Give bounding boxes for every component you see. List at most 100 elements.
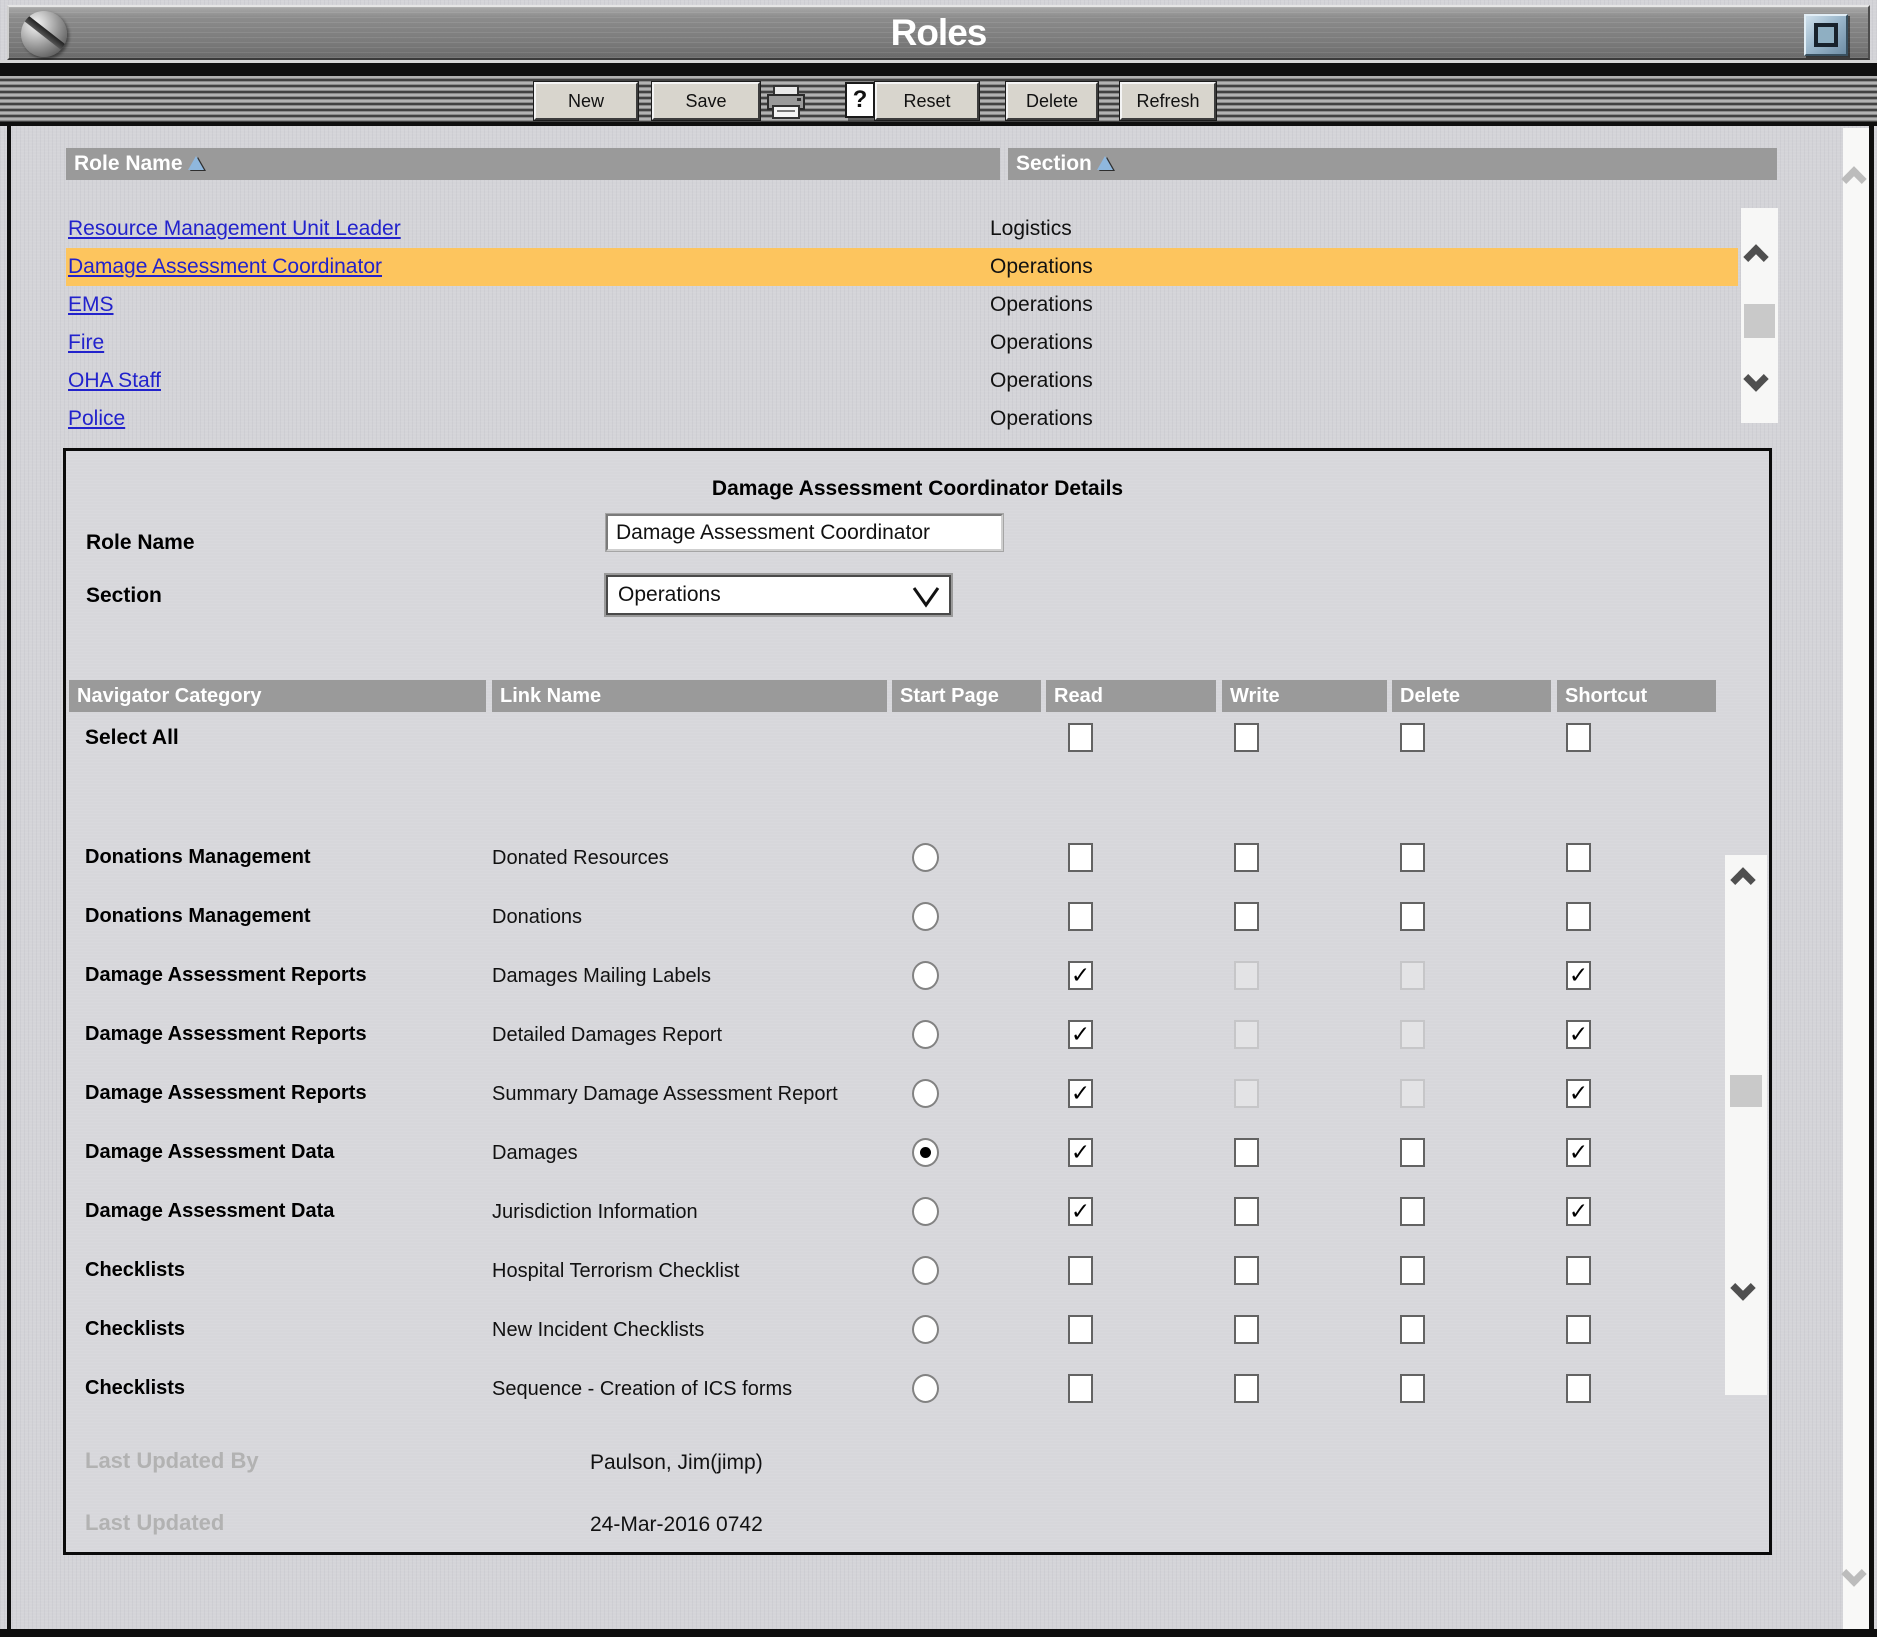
write-checkbox[interactable]	[1234, 902, 1259, 931]
shortcut-checkbox[interactable]	[1566, 843, 1591, 872]
permission-row: Damage Assessment Reports Damages Mailin…	[69, 946, 1719, 1005]
role-link[interactable]: OHA Staff	[68, 369, 161, 392]
permission-row: Donations Management Donations	[69, 887, 1719, 946]
link-name-column-header[interactable]: Link Name	[492, 680, 887, 712]
section-cell: Operations	[990, 407, 1093, 430]
permission-row: Damage Assessment Data Jurisdiction Info…	[69, 1182, 1719, 1241]
printer-icon[interactable]	[764, 84, 810, 120]
roles-scrollbar[interactable]	[1741, 208, 1778, 423]
chevron-up-icon[interactable]	[1841, 166, 1866, 191]
shortcut-checkbox[interactable]	[1566, 1020, 1591, 1049]
start-page-radio[interactable]	[912, 1197, 939, 1226]
help-icon[interactable]: ?	[845, 82, 875, 118]
shortcut-checkbox[interactable]	[1566, 1256, 1591, 1285]
start-page-radio[interactable]	[912, 1020, 939, 1049]
write-checkbox[interactable]	[1234, 1138, 1259, 1167]
chevron-down-icon[interactable]	[1730, 1275, 1755, 1300]
shortcut-checkbox[interactable]	[1566, 1374, 1591, 1403]
link-cell: Summary Damage Assessment Report	[492, 1082, 892, 1106]
section-column-header[interactable]: Section	[1008, 148, 1777, 180]
start-page-radio[interactable]	[912, 1315, 939, 1344]
role-row: Resource Management Unit Leader Logistic…	[66, 210, 1738, 248]
navigator-category-column-header[interactable]: Navigator Category	[69, 680, 486, 712]
chevron-up-icon[interactable]	[1743, 244, 1768, 269]
write-checkbox[interactable]	[1234, 1374, 1259, 1403]
role-link[interactable]: EMS	[68, 293, 114, 316]
role-name-input[interactable]	[606, 514, 1003, 551]
scrollbar-thumb[interactable]	[1744, 304, 1775, 338]
write-checkbox[interactable]	[1234, 1256, 1259, 1285]
delete-checkbox[interactable]	[1400, 1138, 1425, 1167]
start-page-radio[interactable]	[912, 1256, 939, 1285]
permissions-scrollbar[interactable]	[1725, 855, 1767, 1395]
reset-button[interactable]: Reset	[875, 82, 979, 120]
read-checkbox[interactable]	[1068, 1138, 1093, 1167]
shortcut-checkbox[interactable]	[1566, 961, 1591, 990]
write-column-header[interactable]: Write	[1222, 680, 1387, 712]
section-label: Section	[86, 584, 162, 608]
read-checkbox[interactable]	[1068, 902, 1093, 931]
read-checkbox[interactable]	[1068, 1197, 1093, 1226]
delete-checkbox	[1400, 1079, 1425, 1108]
read-checkbox[interactable]	[1068, 1020, 1093, 1049]
role-link[interactable]: Fire	[68, 331, 104, 354]
chevron-up-icon[interactable]	[1730, 867, 1755, 892]
chevron-down-icon[interactable]	[1841, 1561, 1866, 1586]
start-page-radio[interactable]	[912, 843, 939, 872]
delete-checkbox[interactable]	[1400, 1374, 1425, 1403]
start-page-radio[interactable]	[912, 1138, 939, 1167]
read-checkbox[interactable]	[1068, 1256, 1093, 1285]
maximize-button[interactable]	[1804, 14, 1848, 56]
delete-column-header[interactable]: Delete	[1392, 680, 1551, 712]
role-link[interactable]: Damage Assessment Coordinator	[68, 255, 382, 278]
delete-checkbox[interactable]	[1400, 1256, 1425, 1285]
delete-checkbox[interactable]	[1400, 843, 1425, 872]
role-name-column-header[interactable]: Role Name	[66, 148, 1000, 180]
shortcut-checkbox[interactable]	[1566, 1079, 1591, 1108]
section-select[interactable]: Operations	[606, 575, 951, 615]
last-updated-by-value: Paulson, Jim(jimp)	[590, 1451, 763, 1475]
link-cell: Donated Resources	[492, 846, 892, 870]
toolbar: New Save ? Reset Delete Refresh	[0, 76, 1877, 122]
select-all-write-checkbox[interactable]	[1234, 723, 1259, 752]
select-all-read-checkbox[interactable]	[1068, 723, 1093, 752]
select-all-delete-checkbox[interactable]	[1400, 723, 1425, 752]
read-column-header[interactable]: Read	[1046, 680, 1216, 712]
write-checkbox	[1234, 1079, 1259, 1108]
start-page-radio[interactable]	[912, 961, 939, 990]
start-page-radio[interactable]	[912, 902, 939, 931]
select-all-shortcut-checkbox[interactable]	[1566, 723, 1591, 752]
titlebar-divider-dark	[0, 63, 1877, 76]
delete-checkbox[interactable]	[1400, 1197, 1425, 1226]
start-page-column-header[interactable]: Start Page	[892, 680, 1041, 712]
read-checkbox[interactable]	[1068, 1079, 1093, 1108]
read-checkbox[interactable]	[1068, 1315, 1093, 1344]
read-checkbox[interactable]	[1068, 843, 1093, 872]
shortcut-checkbox[interactable]	[1566, 1197, 1591, 1226]
category-cell: Damage Assessment Reports	[69, 964, 492, 987]
start-page-radio[interactable]	[912, 1079, 939, 1108]
delete-checkbox	[1400, 961, 1425, 990]
chevron-down-icon[interactable]	[1743, 366, 1768, 391]
refresh-button[interactable]: Refresh	[1120, 82, 1216, 120]
delete-checkbox[interactable]	[1400, 1315, 1425, 1344]
delete-checkbox[interactable]	[1400, 902, 1425, 931]
scrollbar-thumb[interactable]	[1730, 1075, 1762, 1107]
write-checkbox[interactable]	[1234, 1197, 1259, 1226]
shortcut-checkbox[interactable]	[1566, 1315, 1591, 1344]
page-scrollbar[interactable]	[1843, 128, 1869, 1629]
write-checkbox[interactable]	[1234, 1315, 1259, 1344]
save-button[interactable]: Save	[652, 82, 760, 120]
write-checkbox[interactable]	[1234, 843, 1259, 872]
new-button[interactable]: New	[534, 82, 638, 120]
read-checkbox[interactable]	[1068, 1374, 1093, 1403]
shortcut-column-header[interactable]: Shortcut	[1557, 680, 1716, 712]
start-page-radio[interactable]	[912, 1374, 939, 1403]
delete-button[interactable]: Delete	[1006, 82, 1098, 120]
role-link[interactable]: Police	[68, 407, 125, 430]
role-name-column-label: Role Name	[74, 152, 183, 175]
shortcut-checkbox[interactable]	[1566, 902, 1591, 931]
read-checkbox[interactable]	[1068, 961, 1093, 990]
shortcut-checkbox[interactable]	[1566, 1138, 1591, 1167]
role-link[interactable]: Resource Management Unit Leader	[68, 217, 401, 240]
